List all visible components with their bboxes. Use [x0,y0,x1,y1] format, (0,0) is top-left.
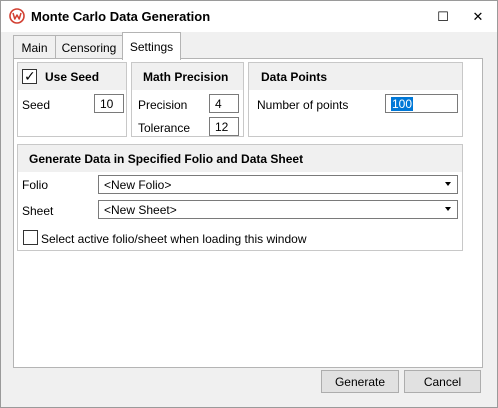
generate-data-group: Generate Data in Specified Folio and Dat… [17,144,463,251]
tab-label: Main [21,40,48,55]
data-points-title: Data Points [261,70,328,84]
precision-label: Precision [138,98,188,112]
dialog-window: Monte Carlo Data Generation ☐ ✕ Main Cen… [0,0,498,408]
math-precision-header: Math Precision [132,63,243,90]
select-active-checkbox[interactable] [23,230,38,245]
data-points-group: Data Points Number of points 100 [248,62,463,137]
title-bar: Monte Carlo Data Generation ☐ ✕ [1,1,497,32]
generate-button[interactable]: Generate [321,370,399,393]
math-precision-group: Math Precision Precision Tolerance [131,62,244,137]
close-icon: ✕ [472,8,484,24]
number-of-points-input[interactable]: 100 [385,94,458,113]
check-icon: ✓ [24,68,36,84]
maximize-button[interactable]: ☐ [425,1,461,32]
app-logo-icon [9,8,25,24]
sheet-dropdown-value: <New Sheet> [104,203,177,217]
folio-dropdown-value: <New Folio> [104,178,172,192]
select-active-label: Select active folio/sheet when loading t… [41,232,307,246]
tab-label: Censoring [61,40,117,55]
chevron-down-icon [445,207,451,211]
tab-settings[interactable]: Settings [122,32,181,60]
precision-input[interactable] [209,94,239,113]
sheet-label: Sheet [22,204,54,218]
close-button[interactable]: ✕ [460,1,496,32]
generate-data-header: Generate Data in Specified Folio and Dat… [18,145,462,172]
tolerance-input[interactable] [209,117,239,136]
folio-label: Folio [22,178,49,192]
window-title: Monte Carlo Data Generation [31,9,211,24]
data-points-header: Data Points [249,63,462,90]
use-seed-group: ✓ Use Seed Seed [17,62,127,137]
number-of-points-label: Number of points [257,98,349,112]
settings-panel: ✓ Use Seed Seed Math Precision Precision… [13,58,483,368]
chevron-down-icon [445,182,451,186]
maximize-icon: ☐ [437,8,449,24]
number-of-points-value: 100 [391,97,414,111]
use-seed-label: Use Seed [45,70,100,84]
tab-strip: Main Censoring Settings [13,32,483,60]
generate-button-label: Generate [334,374,386,389]
seed-label: Seed [22,98,51,112]
tolerance-label: Tolerance [138,121,191,135]
seed-input[interactable] [94,94,124,113]
use-seed-checkbox[interactable]: ✓ [22,68,37,84]
tab-censoring[interactable]: Censoring [55,35,123,59]
use-seed-header: ✓ Use Seed [18,63,126,90]
cancel-button[interactable]: Cancel [404,370,481,393]
sheet-dropdown[interactable]: <New Sheet> [98,200,458,219]
tab-label: Settings [129,39,174,54]
cancel-button-label: Cancel [423,374,462,389]
math-precision-title: Math Precision [143,70,229,84]
generate-data-title: Generate Data in Specified Folio and Dat… [29,152,304,166]
tab-main[interactable]: Main [13,35,56,59]
folio-dropdown[interactable]: <New Folio> [98,175,458,194]
